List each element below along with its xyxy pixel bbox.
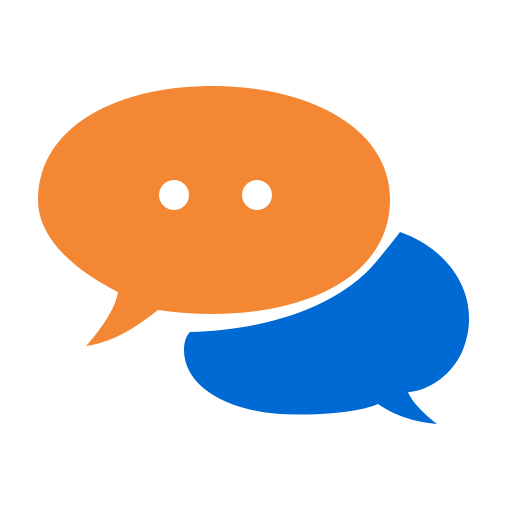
- typing-dot-left: [159, 180, 189, 210]
- chat-app-icon: [0, 0, 512, 512]
- typing-dot-right: [242, 180, 272, 210]
- chat-bubbles-icon: [31, 79, 470, 424]
